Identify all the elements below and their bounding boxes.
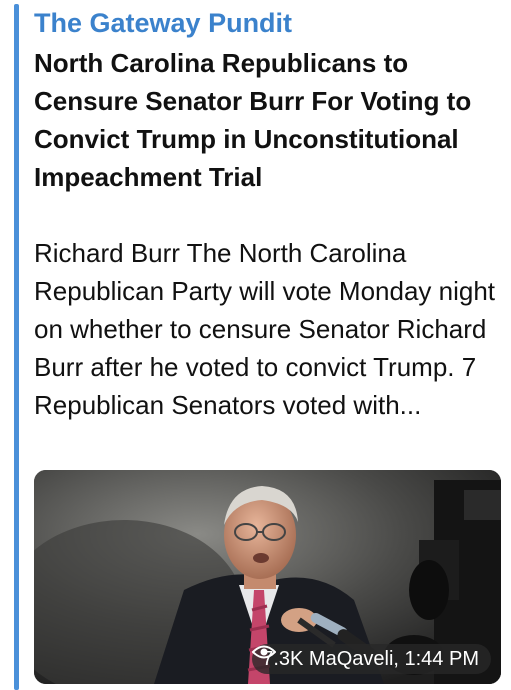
post-meta-badge: 7.3K MaQaveli, 1:44 PM <box>252 644 491 674</box>
link-preview-image[interactable]: 7.3K MaQaveli, 1:44 PM <box>34 470 501 684</box>
message-card: The Gateway Pundit North Carolina Republ… <box>0 0 511 690</box>
link-preview-source[interactable]: The Gateway Pundit <box>34 6 292 40</box>
link-preview-summary: Richard Burr The North Carolina Republic… <box>34 238 496 420</box>
post-meta-text: 7.3K MaQaveli, 1:44 PM <box>262 647 479 670</box>
eye-icon <box>252 645 277 659</box>
link-preview-headline[interactable]: North Carolina Republicans to Censure Se… <box>34 44 504 196</box>
link-preview-accent-bar <box>14 4 19 690</box>
